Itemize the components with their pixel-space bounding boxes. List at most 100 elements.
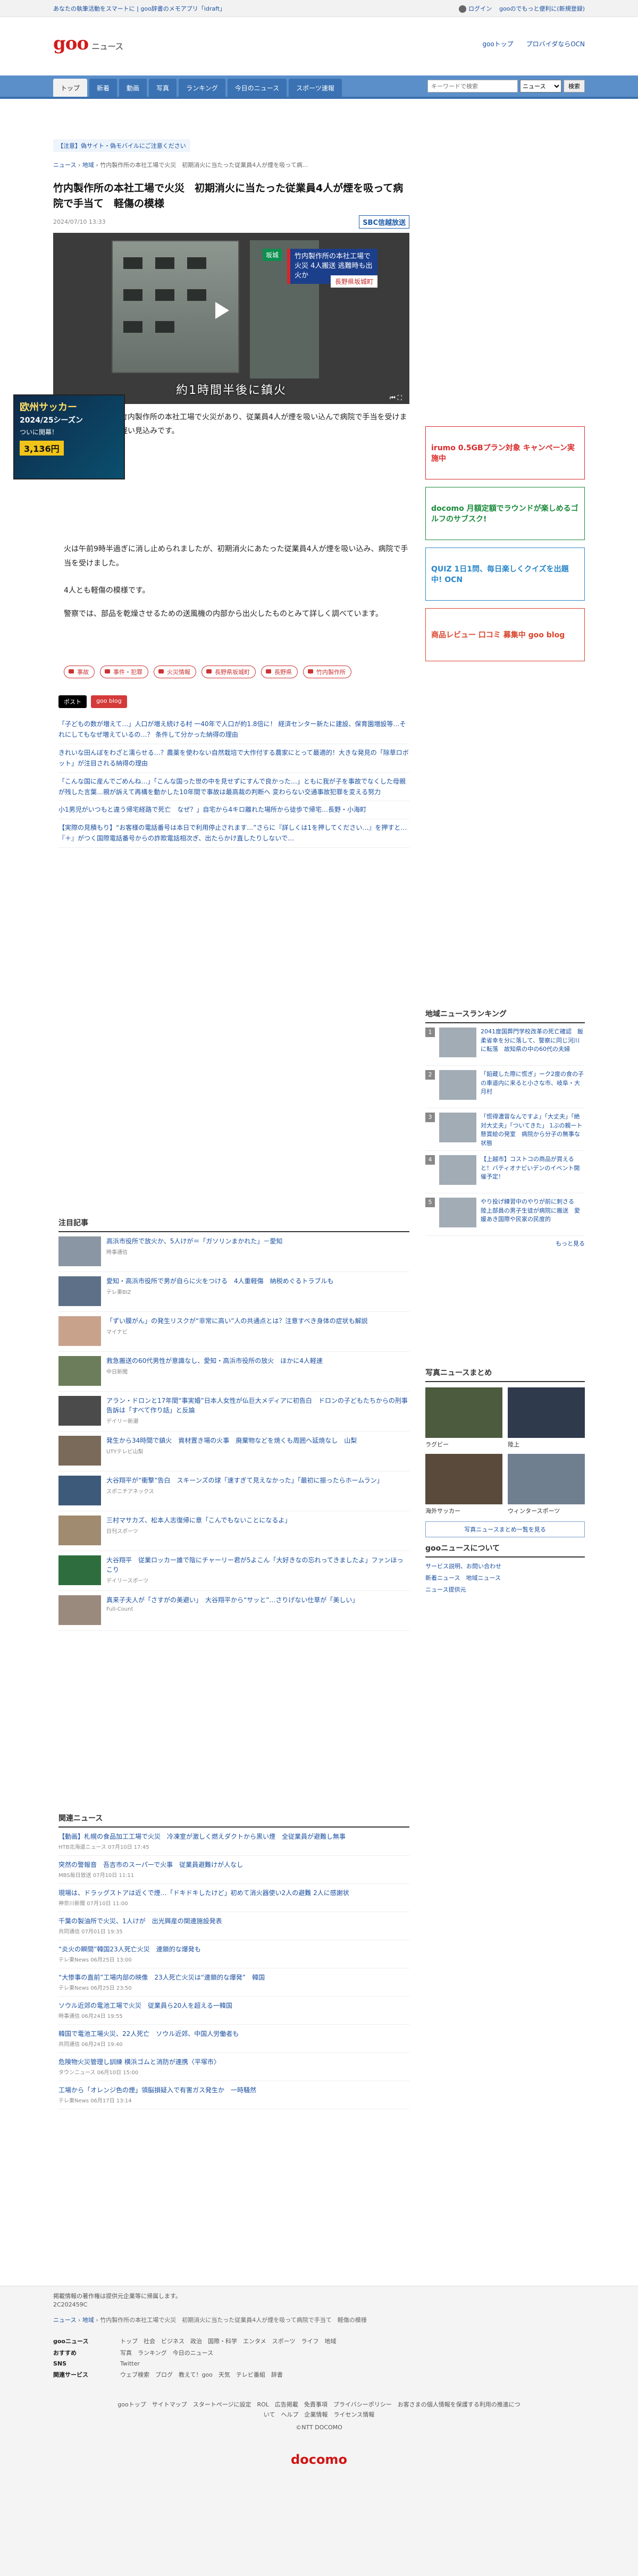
tab-sports[interactable]: スポーツ速報	[289, 79, 342, 97]
related-news-title[interactable]: 千葉の製油所で火災、1人けが 出光興産の関連施設発表	[58, 1916, 409, 1926]
attention-item[interactable]: 真来子夫人が「さすがの美避い」 大谷翔平から“サッと”…さりげない仕草が「美しい…	[58, 1591, 409, 1631]
ranking-item[interactable]: 3 「慌得濃冒なんですよ」「大丈夫」「絶対大丈夫」「ついてきた」 1ぶの親ート懸賞…	[425, 1108, 585, 1151]
related-news-title[interactable]: 【動画】札幌の食品加工工場で火災 冷凍室が激しく燃えダクトから黒い煙 全従業員が…	[58, 1832, 409, 1841]
related-news-item[interactable]: 千葉の製油所で火災、1人けが 出光興産の関連施設発表 共同通信 07月01日 19…	[58, 1912, 409, 1940]
search-scope-select[interactable]: ニュース	[520, 80, 561, 92]
related-link[interactable]: 「こんな国に産んでごめんね…」「こんな国った世の中を見せずにすんで良かった…」と…	[58, 773, 409, 802]
attention-item-title[interactable]: 高浜市役所で放火か、5人けが＝「ガソリンまかれた」－愛知	[106, 1236, 282, 1246]
related-news-title[interactable]: 工場から「オレンジ色の煙」領脳損疑入で有害ガス発生か 一時騒然	[58, 2085, 409, 2095]
photo-item[interactable]: ウィンタースポーツ	[508, 1454, 585, 1515]
related-news-item[interactable]: 韓国で電池工場火災、22人死亡 ソウル近郊、中国人労働者も 共同通信 06月24日…	[58, 2025, 409, 2053]
related-news-title[interactable]: ソウル近郊の電池工場で火災 従業員ら20人を超える一韓国	[58, 2001, 409, 2010]
ranking-title[interactable]: 2041度国葬門学校改革の死亡確認 飯柔省幸を分に落して、警察に同じ河川に転落 …	[481, 1028, 585, 1061]
footer-links[interactable]: gooトップ サイトマップ スタートページに設定 ROL 広告掲載 免責事項 プ…	[53, 2400, 585, 2420]
ranking-item[interactable]: 5 やり投げ練習中のやりが前に刺さる 陸上部員の男子生徒が病院に搬送 愛媛あき国際…	[425, 1193, 585, 1236]
related-news-item[interactable]: ソウル近郊の電池工場で火災 従業員ら20人を超える一韓国 時事通信 06月24日 …	[58, 1997, 409, 2025]
tag-item[interactable]: 長野県	[261, 666, 298, 678]
breadcrumb-region[interactable]: 地域	[82, 162, 94, 169]
attention-item[interactable]: 愛知・高浜市役所で男が自らに火をつける 4人重軽傷 納税めぐるトラブルも テレ東B…	[58, 1272, 409, 1312]
footer-row-links[interactable]: 写真 ランキング 今日のニュース	[120, 2348, 213, 2357]
related-news-item[interactable]: 現場は、ドラッグストアは近くで煙…「ドキドキしたけど」初めて消火器使い2人の避難…	[58, 1884, 409, 1912]
related-news-item[interactable]: “炎火の瞬間”韓国23人死亡火災 連鎖的な爆発も テレ東News 06月25日 1…	[58, 1940, 409, 1968]
sidebar-ad[interactable]: irumo 0.5GBプラン対象 キャンペーン実施中	[425, 426, 585, 479]
video-player[interactable]: 坂城 竹内製作所の本社工場で火災 4人搬送 逃難時も出火か 長野県坂城町 約1時…	[53, 232, 409, 404]
attention-item[interactable]: アラン・ドロンと17年間“事実婚”日本人女性が仏巨大メディアに初告白 ドロンの子…	[58, 1392, 409, 1432]
attention-item-title[interactable]: 真来子夫人が「さすがの美避い」 大谷翔平から“サッと”…さりげない仕草が「美しい…	[106, 1595, 358, 1605]
docomo-logo[interactable]: docomo	[53, 2452, 585, 2467]
attention-item-title[interactable]: アラン・ドロンと17年間“事実婚”日本人女性が仏巨大メディアに初告白 ドロンの子…	[106, 1396, 409, 1415]
play-icon[interactable]	[215, 301, 229, 319]
related-news-title[interactable]: “炎火の瞬間”韓国23人死亡火災 連鎖的な爆発も	[58, 1944, 409, 1954]
about-link[interactable]: ニュース提供元	[425, 1585, 585, 1594]
attention-item[interactable]: 大谷翔平 従業ロッカー誰で陰にチャーリー君が5よこん「大好きなの忘れってきました…	[58, 1551, 409, 1591]
source-logo[interactable]: SBC信越放送	[359, 215, 409, 229]
related-news-item[interactable]: 工場から「オレンジ色の煙」領脳損疑入で有害ガス発生か 一時騒然 テレ東News 0…	[58, 2081, 409, 2109]
footer-row-links[interactable]: Twitter	[120, 2360, 140, 2367]
tag-item[interactable]: 事故	[64, 666, 95, 678]
attention-item[interactable]: 三村マサカズ、松本人志復帰に意「こんでもないことになるよ」 日刊スポーツ	[58, 1511, 409, 1551]
ranking-title[interactable]: 【上越市】コストコの商品が買えると！バティオナビいデンのイベント開催予定！	[481, 1155, 585, 1189]
attention-item-title[interactable]: 大谷翔平 従業ロッカー誰で陰にチャーリー君が5よこん「大好きなの忘れってきました…	[106, 1555, 409, 1575]
sidebar-ad[interactable]: docomo 月額定額でラウンドが楽しめるゴルフのサブスク!	[425, 487, 585, 540]
sidebar-ad[interactable]: 商品レビュー 口コミ 募集中 goo blog	[425, 608, 585, 661]
attention-item-title[interactable]: 「ずい膜がん」の発生リスクが“非常に高い”人の共通点とは？注意すべき身体の症状も…	[106, 1316, 368, 1326]
tag-item[interactable]: 事件・犯罪	[100, 666, 148, 678]
tag-item[interactable]: 竹内製作所	[303, 666, 351, 678]
photo-item[interactable]: 陸上	[508, 1387, 585, 1449]
related-link[interactable]: 【実際の見積もり】“お客様の電話番号は本日で利用停止されます…”さらに『詳しくは…	[58, 819, 409, 848]
goo-blog-button[interactable]: goo blog	[91, 695, 127, 708]
photo-item[interactable]: ラグビー	[425, 1387, 502, 1449]
goo-top-link[interactable]: gooトップ	[482, 39, 513, 48]
breadcrumb-news[interactable]: ニュース	[53, 162, 76, 169]
related-news-item[interactable]: “大惨事の直前”工場内部の映像 23人死亡火災は“連鎖的な爆発” 韓国 テレ東Ne…	[58, 1968, 409, 1997]
photo-news-more-button[interactable]: 写真ニュースまとめ一覧を見る	[425, 1521, 585, 1537]
related-link[interactable]: 「子どもの数が増えて…」人口が増え続ける村 一40年で人口が約1.8倍に！ 経済…	[58, 715, 409, 744]
ranking-title[interactable]: やり投げ練習中のやりが前に刺さる 陸上部員の男子生徒が病院に搬送 愛媛あき国際や…	[481, 1198, 585, 1231]
tag-item[interactable]: 長野県坂城町	[202, 666, 256, 678]
ranking-title[interactable]: 「鉛蔵した際に慌ぎ」ーク2度の食の子の車道内に来ると小さな市、岐阜・大月村	[481, 1070, 585, 1104]
top-promo-link[interactable]: あなたの執筆活動をスマートに | goo辞書のメモアプリ「idraft」	[53, 4, 225, 13]
ranking-item[interactable]: 1 2041度国葬門学校改革の死亡確認 飯柔省幸を分に落して、警察に同じ河川に転落…	[425, 1023, 585, 1066]
ranking-item[interactable]: 2 「鉛蔵した際に慌ぎ」ーク2度の食の子の車道内に来ると小さな市、岐阜・大月村	[425, 1066, 585, 1108]
security-notice-link[interactable]: 【注意】偽サイト・偽モバイルにご注意ください	[53, 139, 190, 152]
sidebar-ad[interactable]: QUIZ 1日1問、毎日楽しくクイズを出題中! OCN	[425, 548, 585, 601]
attention-item-title[interactable]: 愛知・高浜市役所で男が自らに火をつける 4人重軽傷 納税めぐるトラブルも	[106, 1276, 333, 1286]
video-controls[interactable]: ⏮ ⛶	[390, 394, 402, 402]
footer-row-links[interactable]: トップ 社会 ビジネス 政治 国際・科学 エンタメ スポーツ ライフ 地域	[120, 2337, 336, 2345]
related-news-item[interactable]: 危険物火災管理し訓練 横浜ゴムと消防が連携〈平塚市〉 タウンニュース 06月10日…	[58, 2053, 409, 2081]
related-news-title[interactable]: “大惨事の直前”工場内部の映像 23人死亡火災は“連鎖的な爆発” 韓国	[58, 1973, 409, 1982]
signup-link[interactable]: gooのでもっと便利に(新規登録)	[499, 4, 585, 13]
tab-photo[interactable]: 写真	[149, 79, 177, 97]
attention-item-title[interactable]: 救急搬送の60代男性が意識なし、愛知・高浜市役所の放火 ほかに4人軽速	[106, 1356, 323, 1366]
search-input[interactable]	[427, 80, 518, 92]
related-news-title[interactable]: 突然の警報音 吾吉市のスーパーで火事 従業員避難けが人なし	[58, 1860, 409, 1870]
login-link[interactable]: ログイン	[458, 4, 492, 13]
tab-top[interactable]: トップ	[53, 79, 88, 97]
attention-item[interactable]: 救急搬送の60代男性が意識なし、愛知・高浜市役所の放火 ほかに4人軽速 中日新聞	[58, 1352, 409, 1392]
about-link[interactable]: サービス説明、お問い合わせ	[425, 1562, 585, 1570]
footer-row-links[interactable]: ウェブ検索 ブログ 教えて！goo 天気 テレビ番組 辞書	[120, 2370, 283, 2379]
attention-item[interactable]: 大谷翔平が“衝撃”告白 スキーンズの球「速すぎて見えなかった」「最初に振ったらホ…	[58, 1471, 409, 1511]
x-post-button[interactable]: ポスト	[58, 695, 87, 708]
ocn-provider-link[interactable]: プロバイダならOCN	[526, 39, 585, 48]
related-news-item[interactable]: 【動画】札幌の食品加工工場で火災 冷凍室が激しく燃えダクトから黒い煙 全従業員が…	[58, 1828, 409, 1856]
floating-ad[interactable]: 欧州サッカー 2024/25シーズン ついに開幕！ 3,136円	[13, 394, 125, 479]
tab-ranking[interactable]: ランキング	[179, 79, 225, 97]
ranking-title[interactable]: 「慌得濃冒なんですよ」「大丈夫」「絶対大丈夫」「ついてきた」 1ぶの親ート懸賞絵…	[481, 1113, 585, 1147]
tab-new[interactable]: 新着	[89, 79, 117, 97]
tab-video[interactable]: 動画	[119, 79, 147, 97]
ranking-item[interactable]: 4 【上越市】コストコの商品が買えると！バティオナビいデンのイベント開催予定！	[425, 1151, 585, 1193]
related-news-title[interactable]: 韓国で電池工場火災、22人死亡 ソウル近郊、中国人労働者も	[58, 2029, 409, 2039]
attention-item[interactable]: 「ずい膜がん」の発生リスクが“非常に高い”人の共通点とは？注意すべき身体の症状も…	[58, 1312, 409, 1352]
about-link[interactable]: 新着ニュース 地域ニュース	[425, 1573, 585, 1582]
related-news-item[interactable]: 突然の警報音 吾吉市のスーパーで火事 従業員避難けが人なし MBS毎日放送 07月…	[58, 1856, 409, 1884]
search-button[interactable]: 検索	[564, 80, 585, 92]
photo-item[interactable]: 海外サッカー	[425, 1454, 502, 1515]
related-news-title[interactable]: 危険物火災管理し訓練 横浜ゴムと消防が連携〈平塚市〉	[58, 2057, 409, 2067]
goo-news-logo[interactable]: goo ニュース	[53, 33, 123, 54]
attention-item-title[interactable]: 三村マサカズ、松本人志復帰に意「こんでもないことになるよ」	[106, 1516, 291, 1525]
related-link[interactable]: 小1男児がいつもと違う帰宅経路で死亡 なぜ？」自宅から4キロ離れた場所から徒歩で…	[58, 801, 409, 819]
attention-item[interactable]: 発生から34時間で鎮火 資材置き場の火事 廃棄物などを焼くも周囲へ延焼なし 山梨…	[58, 1432, 409, 1471]
related-news-title[interactable]: 現場は、ドラッグストアは近くで煙…「ドキドキしたけど」初めて消火器使い2人の避難…	[58, 1888, 409, 1898]
attention-item-title[interactable]: 発生から34時間で鎮火 資材置き場の火事 廃棄物などを焼くも周囲へ延焼なし 山梨	[106, 1436, 357, 1445]
